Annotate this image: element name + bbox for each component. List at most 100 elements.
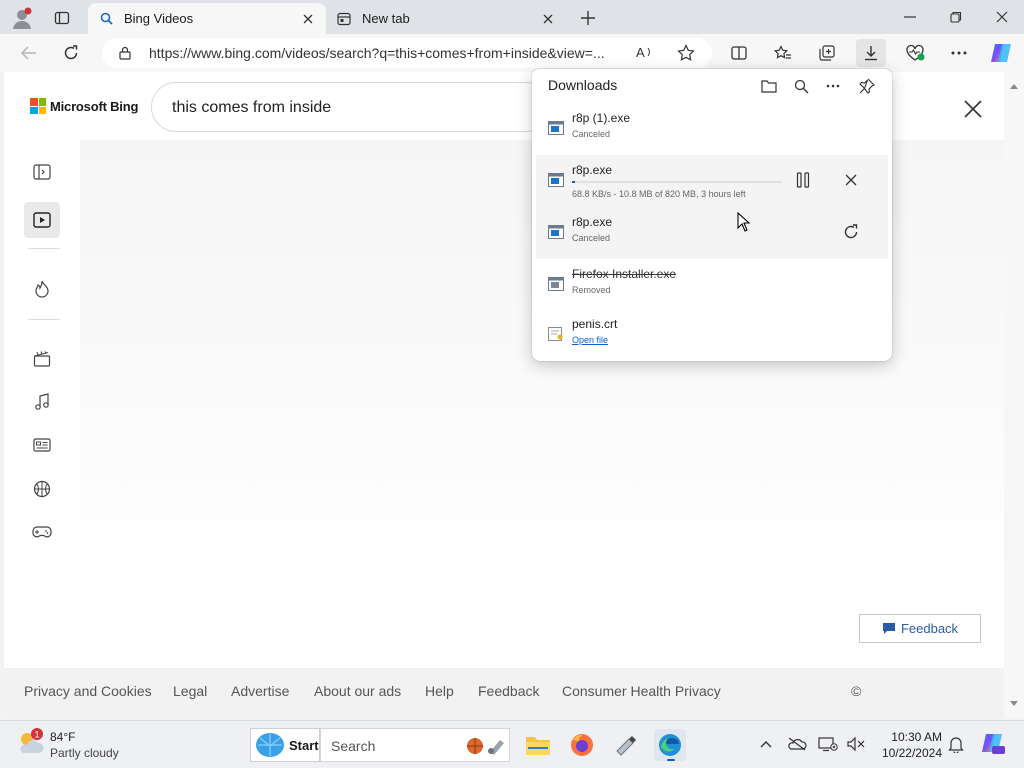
download-status: Removed bbox=[572, 285, 611, 295]
taskbar-edge[interactable] bbox=[654, 729, 686, 761]
cancel-download-button[interactable] bbox=[838, 167, 864, 193]
weather-temperature: 84°F bbox=[50, 730, 76, 744]
close-tab-icon[interactable] bbox=[300, 11, 316, 27]
taskbar-copilot[interactable] bbox=[979, 730, 1007, 758]
collections-button[interactable] bbox=[812, 39, 842, 67]
site-info-lock-icon[interactable] bbox=[118, 46, 132, 65]
sidebar-item-news[interactable] bbox=[24, 427, 60, 463]
close-tab-icon[interactable] bbox=[540, 11, 556, 27]
favorite-star-icon[interactable] bbox=[677, 44, 695, 67]
certificate-file-icon bbox=[548, 327, 563, 341]
download-progress-fill bbox=[572, 181, 575, 183]
search-downloads-button[interactable] bbox=[790, 75, 812, 97]
sidebar-item-movies[interactable] bbox=[24, 341, 60, 377]
read-aloud-icon[interactable]: A bbox=[636, 44, 654, 63]
split-screen-button[interactable] bbox=[724, 39, 754, 67]
tab-actions-button[interactable] bbox=[50, 6, 74, 30]
tray-network[interactable] bbox=[817, 733, 839, 755]
new-tab-page-icon bbox=[336, 11, 352, 27]
settings-more-button[interactable] bbox=[944, 39, 974, 67]
notifications-button[interactable] bbox=[945, 733, 967, 755]
footer-link-about-ads[interactable]: About our ads bbox=[314, 683, 401, 699]
expand-sidebar-button[interactable] bbox=[24, 154, 60, 190]
scroll-down-icon[interactable] bbox=[1009, 700, 1019, 708]
downloads-more-options-button[interactable] bbox=[822, 75, 844, 97]
download-item[interactable]: r8p.exe Canceled bbox=[536, 207, 888, 259]
retry-icon bbox=[844, 224, 858, 239]
show-hidden-icons-button[interactable] bbox=[755, 733, 777, 755]
footer-link-feedback[interactable]: Feedback bbox=[478, 683, 539, 699]
active-app-indicator bbox=[667, 759, 675, 761]
new-tab-button[interactable] bbox=[576, 6, 600, 30]
exe-file-icon bbox=[548, 121, 564, 135]
search-input[interactable]: this comes from inside bbox=[151, 82, 551, 132]
pause-download-button[interactable] bbox=[790, 167, 816, 193]
pin-downloads-button[interactable] bbox=[856, 75, 878, 97]
edge-icon bbox=[659, 734, 681, 756]
page-scrollbar[interactable] bbox=[1004, 72, 1024, 718]
feedback-button[interactable]: Feedback bbox=[859, 614, 981, 643]
tab-bing-videos[interactable]: Bing Videos bbox=[88, 3, 326, 34]
scroll-up-icon[interactable] bbox=[1009, 82, 1019, 90]
profile-avatar[interactable] bbox=[10, 6, 34, 30]
tab-actions-icon bbox=[54, 11, 70, 25]
minimize-button[interactable] bbox=[896, 4, 924, 30]
downloads-button[interactable] bbox=[856, 39, 886, 67]
favorites-button[interactable] bbox=[768, 39, 798, 67]
taskbar-file-explorer[interactable] bbox=[522, 729, 554, 761]
download-status: Canceled bbox=[572, 233, 611, 243]
firefox-icon bbox=[571, 734, 593, 756]
taskbar-usb-drive[interactable] bbox=[610, 729, 642, 761]
plus-icon bbox=[581, 11, 595, 25]
tray-volume-muted[interactable] bbox=[845, 733, 867, 755]
close-icon bbox=[996, 11, 1008, 23]
footer-link-health-privacy[interactable]: Consumer Health Privacy bbox=[562, 683, 721, 699]
sidebar-item-sports[interactable] bbox=[24, 471, 60, 507]
bing-logo[interactable]: Microsoft Bing bbox=[30, 98, 138, 114]
sidebar-item-music[interactable] bbox=[24, 384, 60, 420]
footer-link-help[interactable]: Help bbox=[425, 683, 454, 699]
refresh-button[interactable] bbox=[56, 39, 86, 67]
address-bar[interactable]: https://www.bing.com/videos/search?q=thi… bbox=[102, 38, 712, 68]
download-item[interactable]: r8p (1).exe Canceled bbox=[536, 103, 888, 155]
exe-file-icon bbox=[548, 225, 564, 239]
copilot-button[interactable] bbox=[986, 39, 1016, 67]
close-window-button[interactable] bbox=[988, 4, 1016, 30]
tray-onedrive-offline[interactable] bbox=[786, 733, 808, 755]
download-item-in-progress[interactable]: r8p.exe 68.8 KB/s - 10.8 MB of 820 MB, 3… bbox=[536, 155, 888, 207]
footer-link-advertise[interactable]: Advertise bbox=[231, 683, 289, 699]
profile-icon bbox=[13, 7, 32, 29]
weather-widget[interactable]: 1 84°F Partly cloudy bbox=[16, 727, 119, 762]
sidebar-item-gaming[interactable] bbox=[24, 514, 60, 550]
back-button[interactable] bbox=[14, 39, 44, 67]
browser-essentials-button[interactable] bbox=[900, 39, 930, 67]
clock-date: 10/22/2024 bbox=[881, 746, 942, 760]
pause-icon bbox=[796, 172, 810, 188]
sidebar-item-videos[interactable] bbox=[24, 202, 60, 238]
open-downloads-folder-button[interactable] bbox=[758, 75, 780, 97]
download-item-removed[interactable]: Firefox Installer.exe Removed bbox=[536, 259, 888, 311]
page-footer: Privacy and Cookies Legal Advertise Abou… bbox=[4, 668, 1004, 718]
open-file-link[interactable]: Open file bbox=[572, 335, 608, 345]
taskbar-clock[interactable]: 10:30 AM 10/22/2024 bbox=[872, 729, 942, 761]
retry-download-button[interactable] bbox=[838, 219, 864, 245]
taskbar-search-box[interactable]: Search bbox=[320, 728, 510, 762]
start-button[interactable]: Start bbox=[250, 728, 320, 762]
start-label: Start bbox=[289, 737, 319, 753]
download-filename: penis.crt bbox=[572, 317, 618, 331]
tab-new-tab[interactable]: New tab bbox=[326, 3, 566, 34]
download-item[interactable]: penis.crt Open file bbox=[536, 309, 888, 361]
taskbar-firefox[interactable] bbox=[566, 729, 598, 761]
footer-link-privacy[interactable]: Privacy and Cookies bbox=[24, 683, 152, 699]
footer-link-legal[interactable]: Legal bbox=[173, 683, 207, 699]
usb-drive-icon bbox=[616, 736, 636, 756]
restore-button[interactable] bbox=[942, 4, 970, 30]
sidebar-divider bbox=[28, 319, 60, 320]
close-search-button[interactable] bbox=[960, 96, 986, 122]
news-icon bbox=[33, 438, 51, 452]
restore-icon bbox=[950, 11, 962, 23]
cloud-off-icon bbox=[788, 737, 807, 751]
network-icon bbox=[818, 737, 838, 752]
sidebar-item-trending[interactable] bbox=[24, 271, 60, 307]
microsoft-logo-icon bbox=[30, 98, 46, 114]
